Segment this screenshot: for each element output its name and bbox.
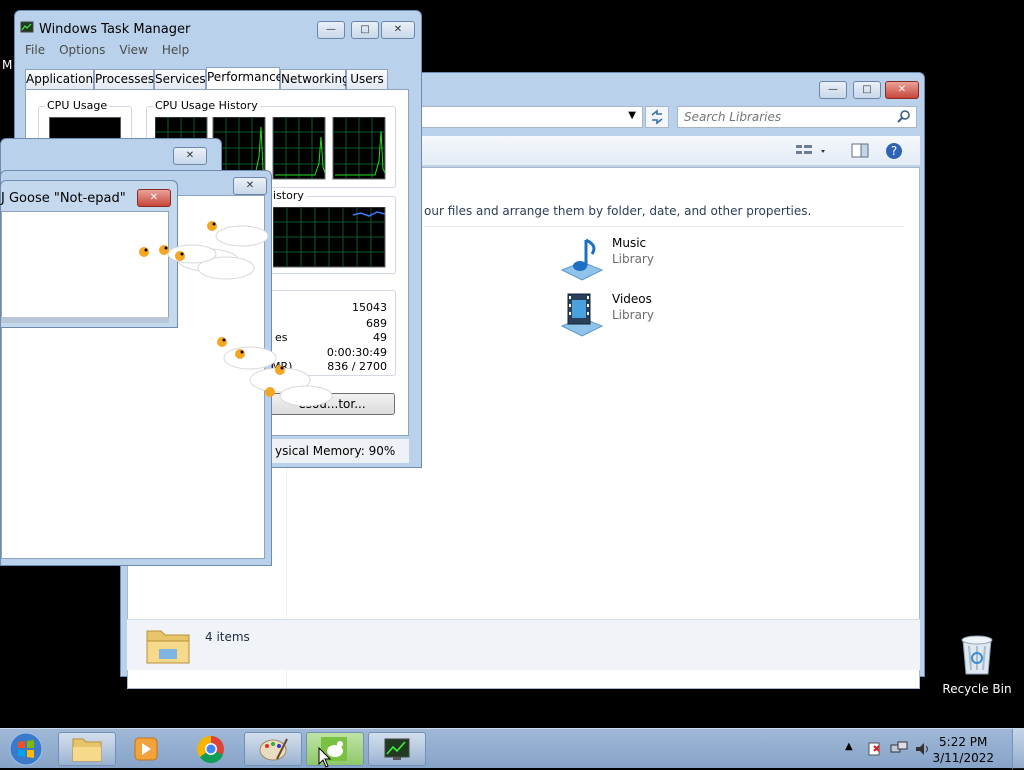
menu-file[interactable]: File	[25, 43, 45, 57]
refresh-icon	[651, 109, 663, 125]
windows-logo-icon	[9, 732, 43, 766]
task-manager-taskbar-icon	[384, 738, 410, 760]
memory-history-label: istory	[271, 189, 306, 202]
task-manager-icon	[20, 21, 34, 33]
maximize-button[interactable]: □	[351, 21, 379, 39]
show-desktop-button[interactable]	[1012, 729, 1024, 769]
cpu-history-label: CPU Usage History	[153, 99, 260, 112]
svg-text:?: ?	[891, 144, 897, 158]
divider	[424, 226, 904, 227]
maximize-button[interactable]: □	[853, 81, 881, 99]
menu-options[interactable]: Options	[59, 43, 105, 57]
tab-networking[interactable]: Networking	[280, 69, 350, 89]
start-button[interactable]	[6, 731, 46, 767]
tab-applications[interactable]: Applications	[25, 69, 99, 89]
close-button[interactable]: ✕	[381, 21, 415, 39]
taskbar-chrome[interactable]	[182, 732, 240, 766]
close-button[interactable]: ✕	[173, 147, 207, 165]
recycle-bin[interactable]: Recycle Bin	[942, 630, 1012, 700]
search-input[interactable]	[678, 107, 878, 127]
menu-bar: File Options View Help	[25, 43, 203, 63]
taskbar-goose[interactable]	[306, 732, 364, 766]
paint-palette-icon	[259, 738, 288, 761]
address-dropdown-icon[interactable]: ▼	[628, 110, 636, 121]
library-name: Music	[612, 236, 647, 250]
taskbar-task-manager[interactable]	[368, 732, 426, 766]
search-box[interactable]	[677, 106, 917, 128]
minimize-button[interactable]: —	[317, 21, 345, 39]
folder-icon	[72, 738, 102, 762]
close-button[interactable]: ✕	[885, 81, 919, 99]
library-item-videos[interactable]: Videos Library	[558, 292, 718, 340]
library-description: our files and arrange them by folder, da…	[424, 204, 812, 218]
mouse-cursor-icon	[318, 747, 332, 768]
taskbar-paint[interactable]	[244, 732, 302, 766]
clock-date: 3/11/2022	[932, 751, 994, 765]
videos-library-icon	[560, 293, 604, 337]
goose-flock-icon	[139, 221, 333, 407]
music-library-icon	[560, 238, 604, 281]
recycle-bin-label: Recycle Bin	[942, 682, 1012, 696]
libraries-folder-icon	[146, 630, 190, 664]
menu-help[interactable]: Help	[162, 43, 189, 57]
taskbar-media-player[interactable]	[118, 732, 176, 766]
view-options-icon[interactable]	[795, 142, 829, 162]
library-type: Library	[612, 308, 654, 322]
taskbar-explorer[interactable]	[58, 732, 116, 766]
library-name: Videos	[612, 292, 652, 306]
network-icon[interactable]	[890, 741, 908, 757]
goose-notepad-title: J Goose "Not-epad"	[1, 191, 126, 206]
library-item-music[interactable]: Music Library	[558, 236, 718, 284]
volume-icon[interactable]	[914, 741, 932, 757]
tab-users[interactable]: Users	[346, 69, 388, 89]
task-manager-title: Windows Task Manager	[39, 22, 191, 37]
recycle-bin-icon	[961, 635, 993, 675]
library-type: Library	[612, 252, 654, 266]
help-icon[interactable]: ?	[885, 142, 903, 160]
system-clock[interactable]: 5:22 PM 3/11/2022	[932, 734, 994, 766]
close-button[interactable]: ✕	[233, 177, 267, 195]
tab-services[interactable]: Services	[154, 69, 206, 89]
media-player-icon	[134, 737, 158, 761]
menu-view[interactable]: View	[119, 43, 147, 57]
cpu-usage-label: CPU Usage	[45, 99, 110, 112]
tab-performance[interactable]: Performance	[206, 67, 283, 90]
search-icon[interactable]	[896, 109, 912, 125]
action-center-icon[interactable]	[866, 741, 882, 757]
chrome-icon	[197, 735, 224, 764]
explorer-status-bar: 4 items	[127, 619, 920, 670]
tray-overflow-icon[interactable]: ▲	[845, 741, 853, 752]
clock-time: 5:22 PM	[939, 735, 988, 749]
desktop-edge-label: M	[2, 58, 13, 72]
taskbar: ▲ 5:22 PM 3/11/2022	[0, 728, 1024, 769]
preview-pane-icon[interactable]	[851, 143, 869, 159]
close-button[interactable]: ✕	[137, 189, 171, 207]
refresh-button[interactable]	[645, 106, 669, 128]
item-count: 4 items	[205, 630, 250, 644]
tab-processes[interactable]: Processes	[94, 69, 154, 89]
minimize-button[interactable]: —	[819, 81, 847, 99]
goose-icon	[321, 737, 347, 761]
